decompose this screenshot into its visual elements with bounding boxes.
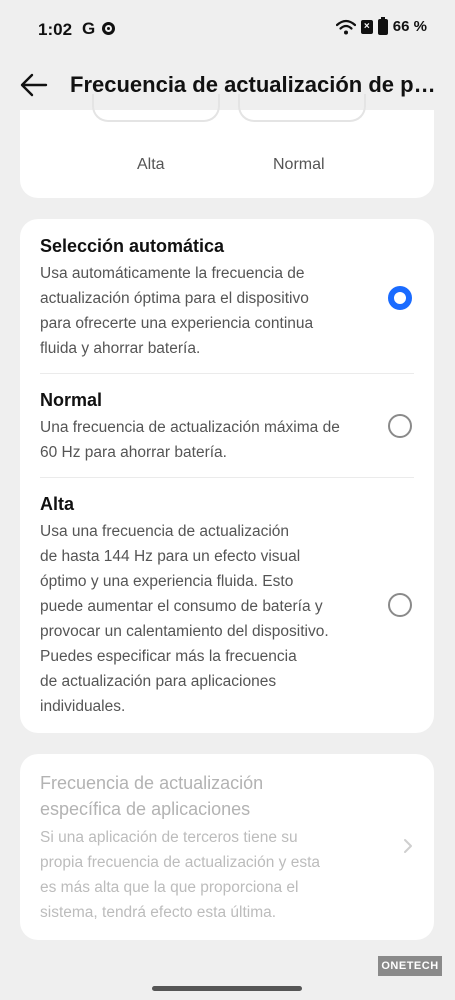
- option-normal-text: Normal Una frecuencia de actualización m…: [40, 390, 396, 465]
- option-alta-description: Usa una frecuencia de actualización de h…: [40, 519, 396, 719]
- desc-line: Una frecuencia de actualización máxima d…: [40, 419, 340, 436]
- google-icon: G: [82, 19, 96, 38]
- desc-line: de hasta 144 Hz para un efecto visual: [40, 548, 301, 565]
- preview-card: Alta Normal: [20, 94, 434, 198]
- watermark-logo: ONETECH: [378, 956, 442, 976]
- refresh-rate-options-card: Selección automática Usa automáticamente…: [20, 219, 434, 733]
- option-alta-text: Alta Usa una frecuencia de actualización…: [40, 494, 396, 719]
- option-auto-title: Selección automática: [40, 236, 225, 256]
- preview-label-normal: Normal: [273, 156, 325, 173]
- desc-line: Si una aplicación de terceros tiene su: [40, 829, 298, 846]
- desc-line: de actualización para aplicaciones: [40, 673, 277, 690]
- desc-line: es más alta que la que proporciona el: [40, 879, 299, 896]
- desc-line: puede aumentar el consumo de batería y: [40, 598, 323, 615]
- desc-line: fluida y ahorrar batería.: [40, 340, 201, 357]
- status-time: 1:02: [38, 20, 73, 39]
- status-right: × 66 %: [335, 16, 427, 35]
- option-auto-description: Usa automáticamente la frecuencia de act…: [40, 261, 396, 361]
- status-bar: 1:02 G × 66 %: [0, 0, 455, 58]
- back-arrow-icon[interactable]: [18, 70, 52, 100]
- title-line: específica de aplicaciones: [40, 799, 251, 819]
- desc-line: actualización óptima para el dispositivo: [40, 290, 309, 307]
- option-auto-radio[interactable]: [388, 286, 412, 310]
- battery-percent: 66 %: [392, 18, 427, 35]
- desc-line: Usa una frecuencia de actualización: [40, 523, 290, 540]
- preview-option-normal[interactable]: [238, 94, 366, 122]
- chevron-right-icon: [404, 839, 412, 853]
- desc-line: Puedes especificar más la frecuencia: [40, 648, 297, 665]
- desc-line: para ofrecerte una experiencia continua: [40, 315, 314, 332]
- desc-line: individuales.: [40, 698, 126, 715]
- preview-label-alta: Alta: [137, 156, 165, 173]
- title-line: Frecuencia de actualización: [40, 773, 264, 793]
- app-specific-description: Si una aplicación de terceros tiene su p…: [40, 825, 380, 925]
- desc-line: propia frecuencia de actualización y est…: [40, 854, 321, 871]
- option-normal-description: Una frecuencia de actualización máxima d…: [40, 415, 396, 465]
- option-auto-text: Selección automática Usa automáticamente…: [40, 236, 396, 361]
- desc-line: óptimo y una experiencia fluida. Esto: [40, 573, 294, 590]
- divider: [40, 477, 414, 478]
- app-bar: Frecuencia de actualización de pa...: [0, 58, 455, 114]
- home-indicator[interactable]: [152, 986, 302, 991]
- app-specific-refresh-rate-item[interactable]: Frecuencia de actualización específica d…: [20, 754, 434, 940]
- app-specific-title: Frecuencia de actualización específica d…: [40, 770, 340, 822]
- chrome-icon: [102, 22, 115, 35]
- desc-line: provocar un calentamiento del dispositiv…: [40, 623, 329, 640]
- preview-option-alta[interactable]: [92, 94, 220, 122]
- notification-icon: ×: [360, 19, 373, 34]
- option-alta-radio[interactable]: [388, 593, 412, 617]
- desc-line: 60 Hz para ahorrar batería.: [40, 444, 227, 461]
- wifi-icon: [335, 19, 356, 34]
- desc-line: sistema, tendrá efecto esta última.: [40, 904, 277, 921]
- battery-icon: [377, 16, 388, 35]
- divider: [40, 373, 414, 374]
- option-normal-title: Normal: [40, 390, 103, 410]
- option-normal-radio[interactable]: [388, 414, 412, 438]
- desc-line: Usa automáticamente la frecuencia de: [40, 265, 305, 282]
- option-alta-title: Alta: [40, 494, 75, 514]
